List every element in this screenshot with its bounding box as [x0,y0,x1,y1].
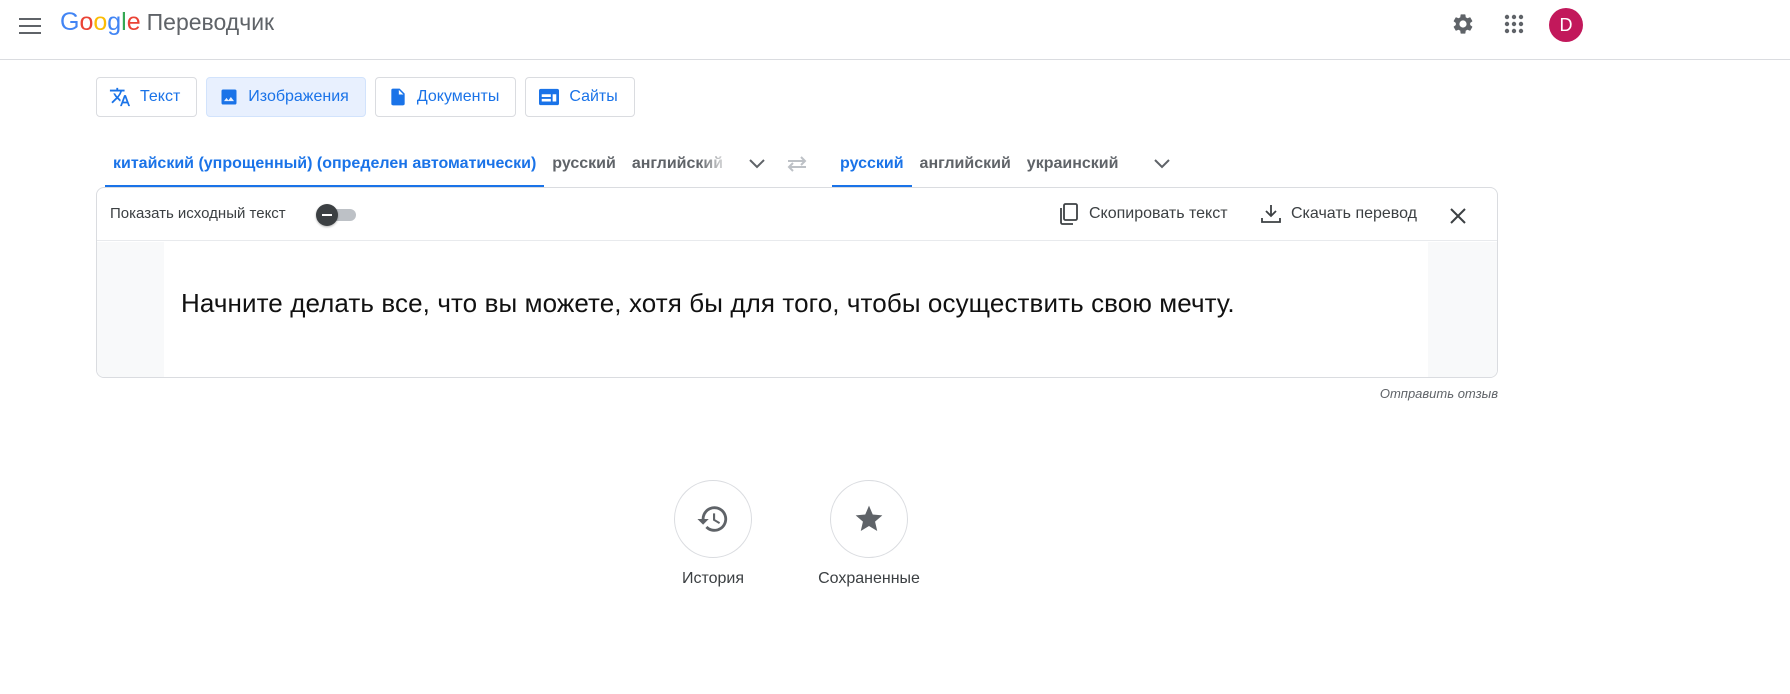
target-lang-english[interactable]: английский [912,140,1019,187]
chevron-down-icon [1154,158,1171,168]
tab-documents[interactable]: Документы [374,77,517,117]
close-icon [1450,208,1466,224]
gear-icon [1453,14,1473,34]
tab-images-label: Изображения [248,88,349,105]
download-translation-button[interactable]: Скачать перевод [1261,200,1417,228]
tab-images[interactable]: Изображения [206,77,366,117]
star-icon [855,505,883,531]
target-lang-ukrainian[interactable]: украинский [1019,140,1127,187]
google-apps-button[interactable] [1498,8,1530,40]
swap-icon [787,156,807,172]
translated-image-text: Начните делать все, что вы можете, хотя … [181,288,1235,318]
tab-documents-label: Документы [416,88,500,105]
target-language-bar: русский английский украинский [832,140,1178,187]
show-source-label: Показать исходный текст [110,205,286,222]
source-lang-english[interactable]: английский [624,140,731,187]
copy-text-button[interactable]: Скопировать текст [1059,200,1228,228]
copy-text-label: Скопировать текст [1089,205,1228,222]
translate-icon [109,87,131,107]
history-button[interactable]: История [673,480,753,588]
tab-text[interactable]: Текст [96,77,198,117]
tab-websites-label: Сайты [569,88,618,105]
product-name: Переводчик [146,9,275,35]
apps-grid-icon [1504,14,1524,34]
translated-image-area: Начните делать все, что вы можете, хотя … [97,242,1497,377]
close-panel-button[interactable] [1450,202,1466,230]
image-icon [221,89,237,105]
translation-mode-tabs: Текст Изображения Документы Сайты [96,77,635,117]
source-lang-russian[interactable]: русский [544,140,624,187]
saved-circle[interactable] [830,480,908,558]
website-icon [539,88,560,106]
image-translation-panel: Показать исходный текст Скопировать текс… [96,187,1498,378]
settings-button[interactable] [1447,8,1479,40]
translated-image: Начните делать все, что вы можете, хотя … [164,242,1428,377]
saved-button[interactable]: Сохраненные [818,480,920,588]
download-translation-label: Скачать перевод [1291,205,1418,222]
source-lang-more-button[interactable] [741,148,773,180]
panel-toolbar: Показать исходный текст Скопировать текс… [97,188,1497,241]
swap-languages-button[interactable] [781,148,813,180]
target-lang-russian[interactable]: русский [832,140,912,187]
copy-icon [1060,203,1078,225]
history-circle[interactable] [674,480,752,558]
document-icon [391,88,405,106]
menu-icon [19,18,41,34]
source-language-bar: китайский (упрощенный) (определен автома… [105,140,773,187]
top-bar: Google Переводчик D [0,0,1790,60]
tab-websites[interactable]: Сайты [525,77,635,117]
show-source-toggle[interactable] [316,204,356,226]
tab-text-label: Текст [140,88,181,105]
main-menu-button[interactable] [14,10,46,42]
source-lang-detected[interactable]: китайский (упрощенный) (определен автома… [105,140,545,187]
target-lang-more-button[interactable] [1146,148,1178,180]
toggle-knob [316,204,338,226]
account-avatar[interactable]: D [1549,8,1583,42]
send-feedback-link[interactable]: Отправить отзыв [1300,386,1498,401]
download-icon [1261,205,1281,223]
google-translate-logo[interactable]: Google Переводчик [60,8,274,37]
history-label: История [681,570,745,587]
chevron-down-icon [749,158,765,168]
history-icon [697,506,728,532]
saved-label: Сохраненные [818,570,920,587]
